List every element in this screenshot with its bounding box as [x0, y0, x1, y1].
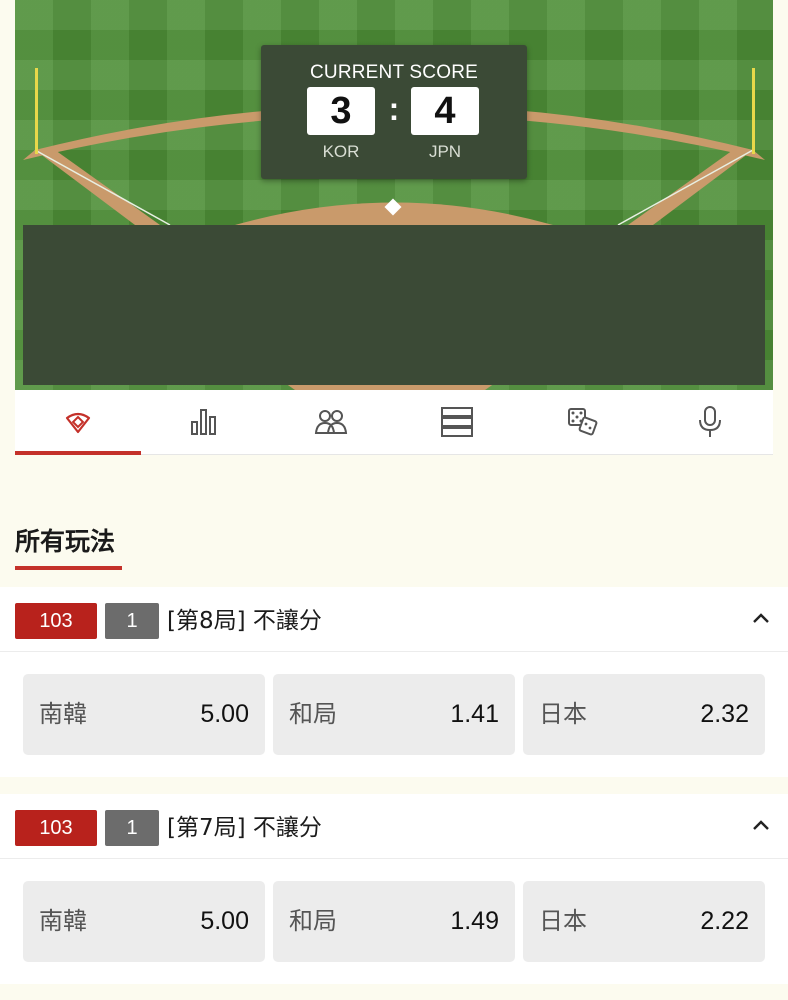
right-foul-line: [617, 149, 754, 226]
video-overlay-panel: [23, 225, 765, 385]
odds-button-home[interactable]: 南韓 5.00: [23, 674, 265, 755]
home-team-code: KOR: [322, 142, 360, 161]
odds-row: 南韓 5.00 和局 1.41 日本 2.32: [0, 652, 788, 777]
right-foul-pole: [752, 68, 755, 154]
tab-microphone[interactable]: [647, 390, 773, 454]
odds-value: 5.00: [200, 700, 249, 728]
market-title: [第7局] 不讓分: [167, 815, 322, 841]
tab-field[interactable]: [15, 390, 142, 455]
scoreboard: CURRENT SCORE 3 : 4 KOR JPN: [261, 45, 527, 179]
stats-icon: [191, 409, 217, 435]
left-foul-pole: [35, 68, 38, 154]
odds-row: 南韓 5.00 和局 1.49 日本 2.22: [0, 859, 788, 984]
section-underline: [15, 566, 122, 570]
odds-button-home[interactable]: 南韓 5.00: [23, 881, 265, 962]
market-id-badge: 103: [15, 810, 97, 846]
odds-label: 日本: [539, 907, 587, 935]
market-id-badge: 103: [15, 603, 97, 639]
odds-value: 1.49: [450, 907, 499, 935]
odds-button-away[interactable]: 日本 2.22: [523, 881, 765, 962]
section-title: 所有玩法: [15, 527, 116, 556]
odds-value: 1.41: [450, 700, 499, 728]
odds-button-away[interactable]: 日本 2.32: [523, 674, 765, 755]
market-block: 103 1 [第7局] 不讓分 南韓 5.00 和局 1.49 日本 2.22: [0, 794, 788, 984]
odds-value: 2.32: [700, 700, 749, 728]
odds-value: 5.00: [200, 907, 249, 935]
dice-icon: [568, 408, 598, 436]
odds-label: 日本: [539, 700, 587, 728]
market-number-badge: 1: [105, 810, 159, 846]
market-header[interactable]: 103 1 [第7局] 不讓分: [0, 794, 788, 859]
odds-button-draw[interactable]: 和局 1.41: [273, 674, 515, 755]
baseball-field: CURRENT SCORE 3 : 4 KOR JPN: [15, 0, 773, 390]
away-team-code: JPN: [428, 142, 462, 161]
market-header[interactable]: 103 1 [第8局] 不讓分: [0, 587, 788, 652]
market-number-badge: 1: [105, 603, 159, 639]
chevron-up-icon[interactable]: [752, 818, 770, 832]
odds-label: 南韓: [39, 700, 87, 728]
odds-label: 南韓: [39, 907, 87, 935]
odds-value: 2.22: [700, 907, 749, 935]
market-block: 103 1 [第8局] 不讓分 南韓 5.00 和局 1.41 日本 2.32: [0, 587, 788, 777]
score-separator: :: [388, 91, 400, 127]
odds-button-draw[interactable]: 和局 1.49: [273, 881, 515, 962]
odds-label: 和局: [289, 700, 337, 728]
tab-bar: [15, 390, 773, 455]
microphone-icon: [698, 406, 721, 437]
list-icon: [441, 407, 474, 437]
home-score: 3: [307, 87, 375, 135]
field-icon: [66, 412, 91, 434]
tab-lineup[interactable]: [268, 390, 394, 454]
away-score: 4: [411, 87, 479, 135]
scoreboard-title: CURRENT SCORE: [310, 62, 478, 83]
odds-label: 和局: [289, 907, 337, 935]
chevron-up-icon[interactable]: [752, 611, 770, 625]
left-foul-line: [34, 149, 171, 226]
tab-list[interactable]: [394, 390, 520, 454]
tab-dice[interactable]: [520, 390, 646, 454]
market-title: [第8局] 不讓分: [167, 608, 322, 634]
tab-stats[interactable]: [141, 390, 267, 454]
lineup-icon: [314, 410, 347, 434]
